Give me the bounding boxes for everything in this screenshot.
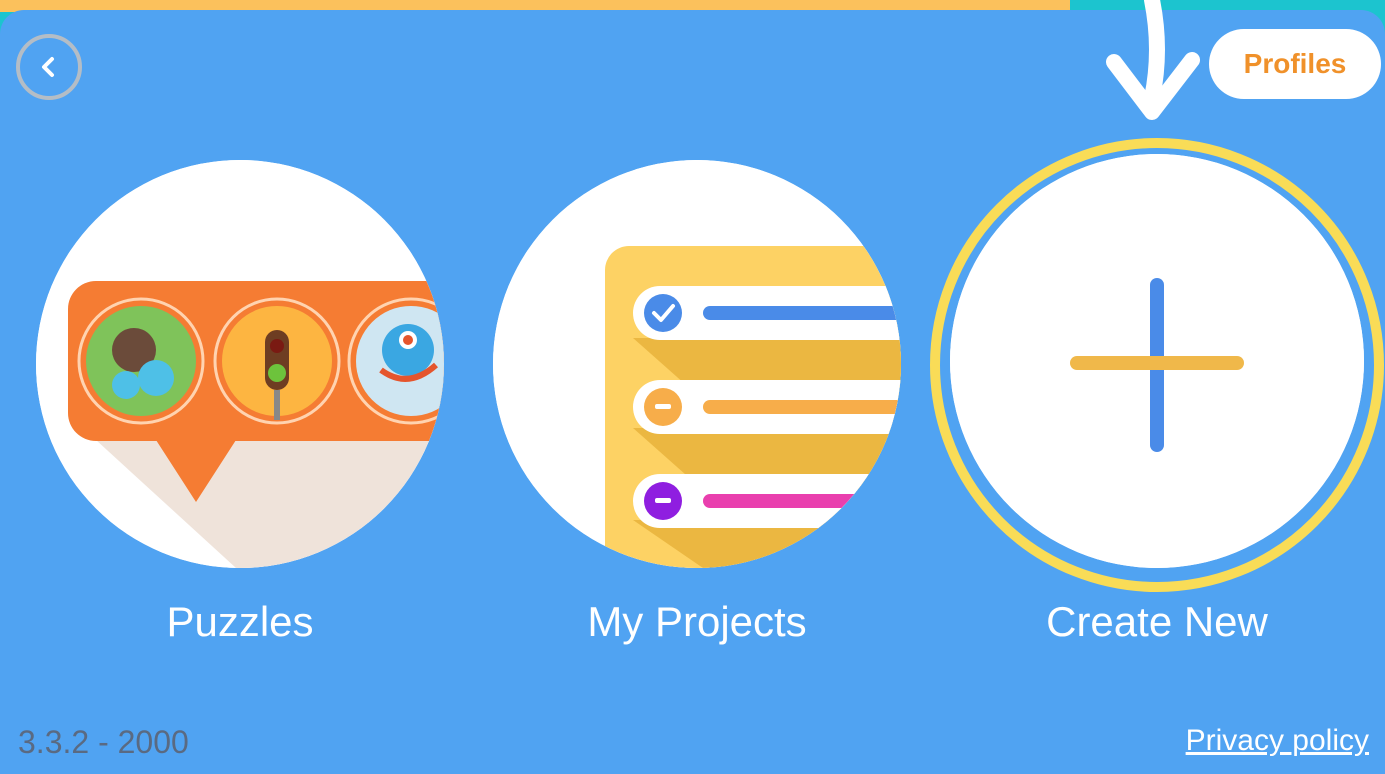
tile-label-my-projects: My Projects xyxy=(587,598,807,645)
tile-label-create-new: Create New xyxy=(1046,598,1268,645)
my-projects-tile[interactable] xyxy=(493,160,901,568)
profiles-button[interactable]: Profiles xyxy=(1209,29,1381,99)
tile-label-puzzles: Puzzles xyxy=(166,598,314,645)
back-button[interactable] xyxy=(16,34,82,100)
down-arrow-icon xyxy=(1106,0,1200,120)
puzzles-tile[interactable] xyxy=(36,160,444,568)
privacy-policy-link[interactable]: Privacy policy xyxy=(1186,724,1369,758)
projects-list-illustration xyxy=(493,160,901,568)
profiles-button-label: Profiles xyxy=(1243,48,1347,79)
chevron-left-icon xyxy=(42,57,54,77)
version-text: 3.3.2 - 2000 xyxy=(18,724,189,760)
puzzles-illustration xyxy=(36,160,444,568)
plus-icon xyxy=(950,154,1364,568)
create-new-tile[interactable] xyxy=(950,154,1364,568)
